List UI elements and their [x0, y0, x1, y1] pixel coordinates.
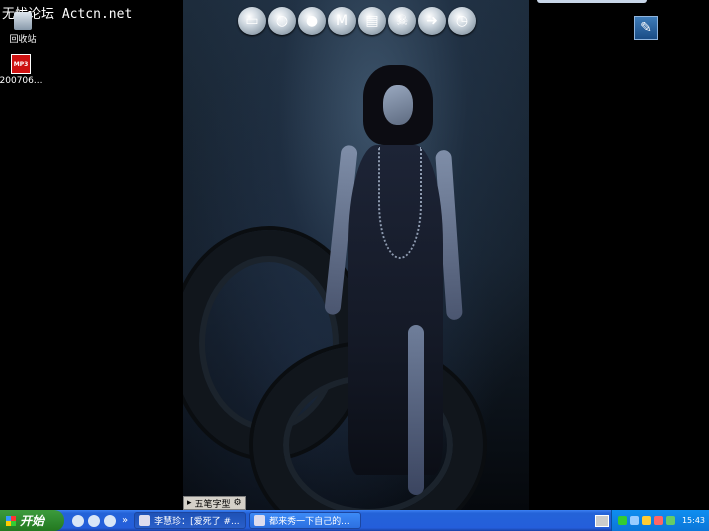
quick-launch-chevron[interactable]: » [122, 515, 128, 526]
ime-arrow-icon: ▸ [187, 498, 192, 508]
maxthon-icon[interactable]: M [326, 7, 358, 39]
mp3-file-icon: MP3 [11, 54, 31, 74]
quick-launch [72, 514, 116, 527]
top-panel-strip [537, 0, 647, 3]
model-figure [324, 55, 463, 500]
desktop-icon-mp3[interactable]: MP3 200706... [0, 54, 46, 86]
ie-icon[interactable] [72, 514, 84, 527]
desktop-icon-label: 回收站 [9, 35, 37, 45]
browser-icon [254, 515, 266, 526]
browser-icon[interactable] [88, 514, 100, 527]
monitor-icon[interactable]: ▭ [236, 7, 268, 39]
clock[interactable]: 15:43 [682, 516, 705, 525]
taskbar: 开始 » 李慧珍：[爱死了 #... 都来秀一下自己的... 15:43 [0, 510, 709, 531]
taskbar-item[interactable]: 李慧珍：[爱死了 #... [134, 512, 247, 529]
globe-icon[interactable]: ◍ [266, 7, 298, 39]
keyboard-icon[interactable] [595, 515, 609, 527]
ime-label: 五笔字型 [194, 499, 231, 510]
ime-settings-icon[interactable]: ⚙ [234, 498, 242, 508]
network-icon[interactable] [666, 516, 675, 525]
windows-flag-icon [6, 515, 16, 526]
desktop-icon-label: 200706... [0, 76, 43, 86]
security-icon[interactable] [654, 516, 663, 525]
qq-icon[interactable] [104, 514, 116, 527]
skull-icon[interactable]: ☠ [386, 7, 418, 39]
movie-clapper-icon[interactable]: ▤ [356, 7, 388, 39]
clock-icon[interactable]: ◷ [446, 7, 478, 39]
desktop-wallpaper [183, 0, 529, 510]
ime-toolbar[interactable]: ▸ 五笔字型 ⚙ [183, 496, 246, 510]
pen-tool-icon[interactable]: ✎ [634, 16, 658, 40]
app-icon [139, 515, 151, 526]
system-tray: 15:43 [611, 510, 709, 531]
arrow-down-icon[interactable] [618, 516, 627, 525]
start-button[interactable]: 开始 [0, 510, 64, 531]
green-arrow-icon[interactable]: ➜ [416, 7, 448, 39]
taskbar-item-label: 李慧珍：[爱死了 #... [154, 517, 240, 527]
recycle-bin-icon [14, 12, 32, 30]
top-shortcut-bar: ▭ ◍ ● M ▤ ☠ ➜ ◷ [236, 7, 478, 39]
arrow-left-icon[interactable] [630, 516, 639, 525]
qq-tray-icon[interactable] [642, 516, 651, 525]
start-label: 开始 [20, 514, 45, 528]
desktop-icon-recycle-bin[interactable]: 回收站 [0, 12, 48, 45]
qq-penguin-icon[interactable]: ● [296, 7, 328, 39]
taskbar-item[interactable]: 都来秀一下自己的... [249, 512, 362, 529]
taskbar-item-label: 都来秀一下自己的... [269, 517, 350, 527]
